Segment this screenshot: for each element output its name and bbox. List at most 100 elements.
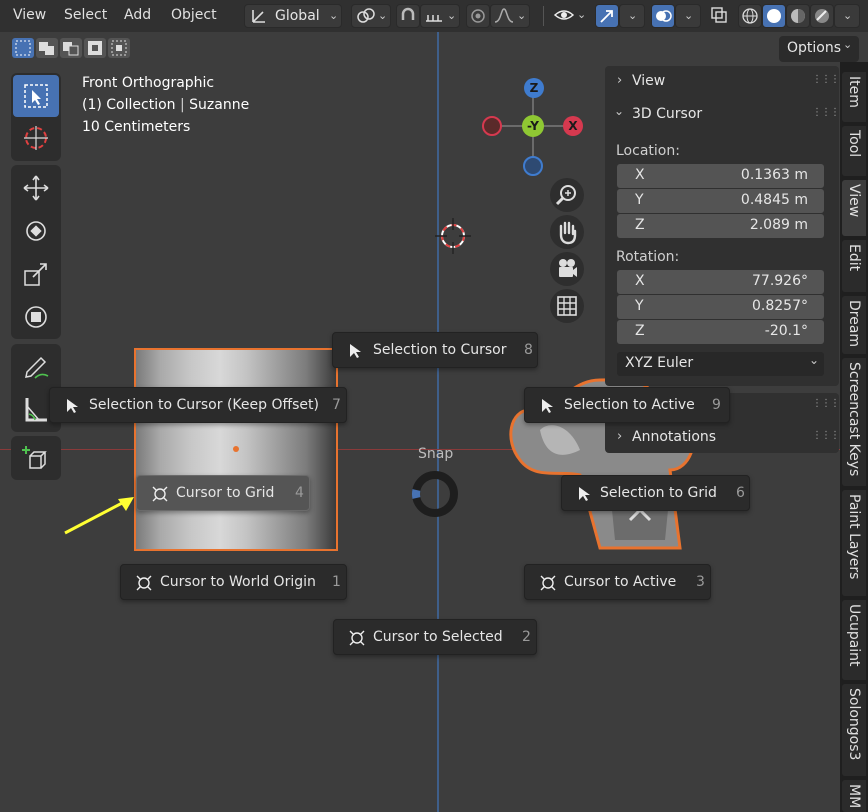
active-object-label: Suzanne [189,97,250,113]
proportional-editing-icon [471,9,485,23]
tab-paint-layers[interactable]: Paint Layers [842,490,866,596]
xray-toggle[interactable] [708,4,732,28]
chevron-down-icon: ⌄ [809,353,820,367]
tool-scale[interactable] [13,253,59,295]
tool-3d-cursor[interactable] [13,117,59,159]
rotation-x-field[interactable]: X 77.926° [617,270,824,294]
material-sphere-icon [791,9,805,23]
select-mode-extend-button[interactable] [36,38,58,58]
solid-sphere-icon [767,9,781,23]
shading-rendered-button[interactable] [810,4,834,28]
falloff-dropdown[interactable]: ⌄ [490,4,530,28]
chevron-right-icon[interactable]: › [617,73,622,88]
menu-add[interactable]: Add [124,7,151,23]
snap-toggle[interactable] [396,4,420,28]
camera-view-button[interactable] [550,252,584,286]
tab-solongos3[interactable]: Solongos3 [842,684,866,776]
menu-object[interactable]: Object [171,7,217,23]
tool-select-box[interactable] [13,75,59,117]
menu-view[interactable]: View [13,7,46,23]
select-mode-invert-button[interactable] [84,38,106,58]
chevron-down-icon: ⌄ [577,8,587,21]
chevron-down-icon: ⌄ [378,9,388,22]
select-subtract-icon [63,42,79,56]
toolbar-transform-group [11,165,61,339]
shading-wireframe-button[interactable] [738,4,762,28]
zoom-button[interactable] [550,178,584,212]
rotation-y-field[interactable]: Y 0.8257° [617,295,824,319]
chevron-down-icon: ⌄ [447,9,457,22]
pie-item-cursor-to-selected[interactable]: Cursor to Selected 2 [333,619,537,655]
select-mode-intersect-button[interactable] [108,38,130,58]
rotation-mode-value: XYZ Euler [625,355,694,371]
tab-dream[interactable]: Dream [842,296,866,354]
tool-transform[interactable] [13,296,59,338]
tab-item[interactable]: Item [842,72,866,122]
tab-view[interactable]: View [842,180,866,236]
gizmo-neg-z-axis[interactable] [523,156,543,176]
object-visibility-dropdown[interactable]: ⌄ [551,4,589,28]
overlays-dropdown[interactable]: ⌄ [675,4,701,28]
pie-item-cursor-to-active[interactable]: Cursor to Active 3 [524,564,711,600]
gizmo-z-axis[interactable]: Z [524,78,544,98]
3d-cursor-marker [435,218,471,254]
select-mode-subtract-button[interactable] [60,38,82,58]
gizmo-x-axis[interactable]: X [563,116,583,136]
annotations-panel-header[interactable]: Annotations [632,429,716,445]
tool-rotate[interactable] [13,210,59,252]
pie-item-cursor-to-world-origin[interactable]: Cursor to World Origin 1 [120,564,347,600]
rendered-sphere-icon [815,9,829,23]
chevron-down-icon[interactable]: ⌄ [614,104,624,118]
location-z-field[interactable]: Z 2.089 m [617,214,824,238]
ortho-toggle-button[interactable] [550,289,584,323]
object-origin [233,446,239,452]
rotation-label: Rotation: [616,249,680,265]
tab-tool[interactable]: Tool [842,126,866,176]
snap-target-dropdown[interactable]: ⌄ [420,4,460,28]
tool-annotate[interactable] [13,346,59,388]
wireframe-sphere-icon [742,8,758,24]
tool-move[interactable] [13,167,59,209]
shading-solid-button[interactable] [762,4,786,28]
cursor-arrow-icon [542,399,553,413]
proportional-editing-toggle[interactable] [466,4,490,28]
location-x-field[interactable]: X 0.1363 m [617,164,824,188]
xray-icon [711,7,727,23]
tab-mm[interactable]: MM [842,780,866,812]
gizmo-toggle[interactable] [595,4,619,28]
gizmo-neg-y-axis[interactable]: -Y [522,115,544,137]
chevron-right-icon[interactable]: › [617,429,622,444]
pie-item-selection-to-active[interactable]: Selection to Active 9 [524,387,730,423]
transform-icon [25,306,47,328]
gizmo-dropdown[interactable]: ⌄ [619,4,645,28]
tab-ucupaint[interactable]: Ucupaint [842,600,866,680]
3d-cursor-panel-header[interactable]: 3D Cursor [632,106,702,122]
options-dropdown[interactable]: Options ⌄ [779,36,859,62]
tool-add-cube[interactable] [13,437,59,479]
shading-material-button[interactable] [786,4,810,28]
shading-dropdown[interactable]: ⌄ [834,4,860,28]
pie-item-cursor-to-grid[interactable]: Cursor to Grid 4 [136,475,310,511]
tab-edit[interactable]: Edit [842,240,866,292]
pan-button[interactable] [550,215,584,249]
location-label: Location: [616,143,680,159]
select-mode-new-button[interactable] [12,38,34,58]
menu-select[interactable]: Select [64,7,107,23]
gizmo-arrow-icon [600,10,613,23]
rotation-z-field[interactable]: Z -20.1° [617,320,824,344]
cursor-arrow-icon [579,487,590,501]
eye-icon [553,10,575,20]
overlays-toggle[interactable] [651,4,675,28]
location-y-field[interactable]: Y 0.4845 m [617,189,824,213]
pie-item-selection-to-cursor[interactable]: Selection to Cursor 8 [332,332,538,368]
view-panel-header[interactable]: View [632,73,665,89]
gizmo-neg-x-axis[interactable] [482,116,502,136]
rotation-mode-dropdown[interactable]: XYZ Euler ⌄ [617,352,824,376]
pivot-point-dropdown[interactable]: ⌄ [351,4,391,28]
transform-orientation-dropdown[interactable]: Global ⌄ [244,4,342,28]
pie-item-selection-to-cursor-keep-offset[interactable]: Selection to Cursor (Keep Offset) 7 [49,387,347,423]
pie-menu-title: Snap [418,446,454,462]
tab-screencast-keys[interactable]: Screencast Keys [842,358,866,486]
pie-item-selection-to-grid[interactable]: Selection to Grid 6 [561,475,750,511]
add-cube-icon [22,446,47,469]
